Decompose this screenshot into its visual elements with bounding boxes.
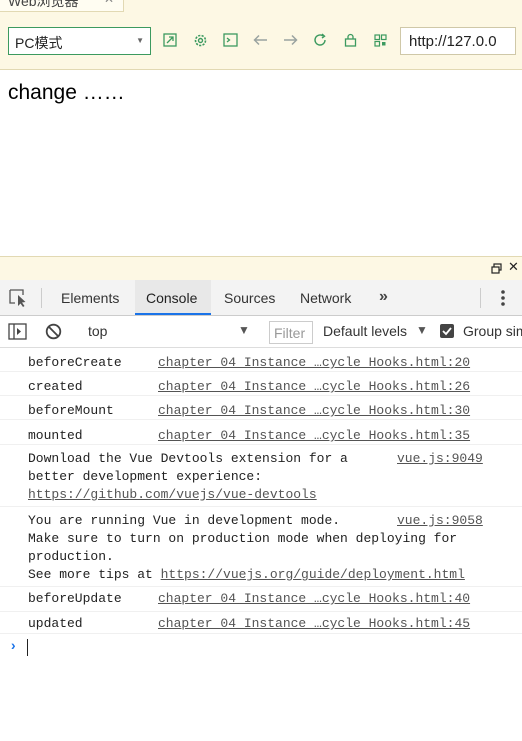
source-link[interactable]: chapter 04 Instance …cycle Hooks.html:35: [158, 427, 470, 445]
clear-console-icon[interactable]: [45, 323, 62, 340]
context-select[interactable]: top: [88, 323, 107, 339]
message-text: mounted: [28, 428, 83, 443]
chevron-down-icon[interactable]: ▼: [238, 323, 250, 337]
tab-sources[interactable]: Sources: [224, 280, 275, 315]
console-message: updated chapter 04 Instance …cycle Hooks…: [0, 612, 522, 634]
devtools-link[interactable]: https://github.com/vuejs/vue-devtools: [28, 487, 317, 502]
address-bar-url: http://127.0.0: [409, 33, 497, 50]
forward-arrow-icon[interactable]: [281, 31, 299, 49]
back-arrow-icon[interactable]: [251, 31, 269, 49]
sidebar-toggle-icon[interactable]: [8, 323, 27, 340]
group-similar-checkbox[interactable]: [440, 324, 454, 338]
message-link[interactable]: https://github.com/vuejs/vue-devtools: [28, 486, 317, 504]
group-similar-label: Group similar: [463, 323, 522, 339]
console-toolbar: top ▼ Default levels ▼ Group similar: [0, 316, 522, 348]
tab-title: Web浏览器: [8, 0, 79, 9]
deployment-link[interactable]: https://vuejs.org/guide/deployment.html: [161, 567, 465, 582]
source-link[interactable]: chapter 04 Instance …cycle Hooks.html:45: [158, 615, 470, 633]
filter-input-box: [269, 321, 313, 344]
chevron-down-icon: ▼: [136, 36, 144, 45]
mode-select-value: PC模式: [15, 35, 63, 51]
settings-gear-icon[interactable]: [191, 31, 209, 49]
inspect-element-icon[interactable]: [9, 289, 29, 307]
console-message: You are running Vue in development mode.…: [0, 507, 522, 587]
undock-icon[interactable]: [491, 261, 502, 274]
tab-elements[interactable]: Elements: [61, 280, 119, 315]
tabbar-divider: [480, 288, 481, 308]
qr-icon[interactable]: [371, 31, 389, 49]
lock-icon[interactable]: [341, 31, 359, 49]
console-prompt-icon: ›: [9, 639, 18, 655]
log-levels-select[interactable]: Default levels: [323, 323, 407, 339]
tabbar-divider: [41, 288, 42, 308]
tab-network[interactable]: Network: [300, 280, 351, 315]
browser-tab[interactable]: Web浏览器 ✕: [0, 0, 124, 12]
mode-select[interactable]: PC模式 ▼: [8, 27, 151, 55]
more-tabs-icon[interactable]: »: [379, 288, 388, 306]
terminal-icon[interactable]: [221, 31, 239, 49]
message-text: Download the Vue Devtools extension for …: [28, 451, 348, 484]
source-link[interactable]: chapter 04 Instance …cycle Hooks.html:26: [158, 378, 470, 396]
message-text: beforeUpdate: [28, 591, 122, 606]
open-new-icon[interactable]: [161, 31, 179, 49]
message-text: beforeCreate: [28, 355, 122, 370]
console-message: mounted chapter 04 Instance …cycle Hooks…: [0, 420, 522, 445]
address-bar[interactable]: http://127.0.0: [400, 27, 516, 55]
devtools-header: ✕: [0, 256, 522, 280]
source-link[interactable]: chapter 04 Instance …cycle Hooks.html:30: [158, 402, 470, 420]
kebab-menu-icon[interactable]: [500, 288, 506, 308]
page-viewport: change ……: [0, 71, 522, 256]
console-message: Download the Vue Devtools extension for …: [0, 445, 522, 507]
source-link[interactable]: vue.js:9049: [397, 450, 483, 468]
console-message: beforeUpdate chapter 04 Instance …cycle …: [0, 587, 522, 612]
source-link[interactable]: chapter 04 Instance …cycle Hooks.html:40: [158, 590, 470, 608]
message-text: updated: [28, 616, 83, 631]
console-message: created chapter 04 Instance …cycle Hooks…: [0, 372, 522, 396]
devtools-tabbar: Elements Console Sources Network »: [0, 280, 522, 316]
message-text: created: [28, 379, 83, 394]
tab-strip: Web浏览器 ✕: [0, 0, 522, 12]
console-message: beforeCreate chapter 04 Instance …cycle …: [0, 348, 522, 372]
browser-toolbar: Web浏览器 ✕ PC模式 ▼ http://127.0.0: [0, 0, 522, 70]
source-link[interactable]: vue.js:9058: [397, 512, 483, 530]
tab-console[interactable]: Console: [135, 280, 211, 315]
tab-close-icon[interactable]: ✕: [104, 0, 114, 6]
filter-input[interactable]: [270, 322, 310, 343]
message-text: beforeMount: [28, 403, 114, 418]
source-link[interactable]: chapter 04 Instance …cycle Hooks.html:20: [158, 354, 470, 372]
devtools-close-icon[interactable]: ✕: [508, 259, 519, 275]
console-output: beforeCreate chapter 04 Instance …cycle …: [0, 348, 522, 741]
refresh-icon[interactable]: [311, 31, 329, 49]
console-message: beforeMount chapter 04 Instance …cycle H…: [0, 396, 522, 420]
chevron-down-icon[interactable]: ▼: [416, 323, 428, 337]
console-input[interactable]: [27, 639, 28, 656]
page-text: change ……: [8, 81, 125, 104]
